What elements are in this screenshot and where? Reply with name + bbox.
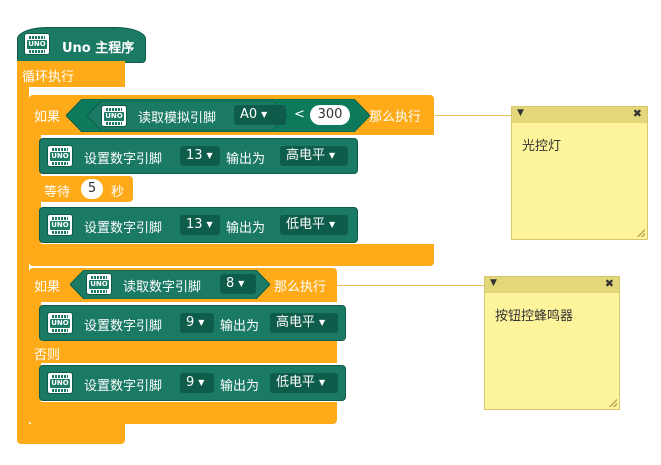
chevron-down-icon: ▼	[329, 151, 336, 160]
else-section: 否则	[29, 341, 337, 363]
less-than-operator[interactable]: <	[294, 107, 305, 122]
wait-seconds-input[interactable]: 5	[81, 179, 103, 199]
comment-note[interactable]: ▼ ✖ 光控灯	[511, 106, 648, 240]
uno-board-icon: UNO	[86, 273, 112, 295]
comment-header[interactable]: ▼ ✖	[485, 277, 619, 293]
digital-write-block[interactable]: UNO 设置数字引脚 13 ▼ 输出为 高电平 ▼	[39, 138, 358, 174]
uno-board-icon: UNO	[47, 372, 73, 394]
if-label: 如果	[34, 110, 61, 125]
output-label: 输出为	[226, 152, 266, 167]
pin-dropdown[interactable]: 9 ▼	[180, 313, 214, 333]
loop-block[interactable]: 循环执行	[17, 61, 125, 87]
threshold-input[interactable]: 300	[310, 105, 350, 125]
uno-board-icon: UNO	[47, 214, 73, 236]
chevron-down-icon: ▼	[206, 151, 213, 160]
collapse-icon[interactable]: ▼	[517, 108, 524, 118]
output-label: 输出为	[220, 319, 260, 334]
if-block-2-bottom	[29, 402, 337, 424]
chevron-down-icon: ▼	[319, 318, 326, 327]
comment-header[interactable]: ▼ ✖	[512, 107, 647, 123]
pin-dropdown[interactable]: 13 ▼	[180, 215, 220, 235]
level-dropdown[interactable]: 低电平 ▼	[280, 215, 348, 235]
uno-board-icon: UNO	[24, 33, 50, 55]
resize-handle-icon[interactable]	[609, 399, 617, 407]
wait-block[interactable]: 等待 5 秒	[39, 176, 133, 202]
pin-dropdown[interactable]: 13 ▼	[180, 146, 220, 166]
loop-block-arm	[17, 87, 29, 424]
then-label: 那么执行	[274, 280, 327, 295]
comment-connector	[337, 285, 485, 286]
comment-text[interactable]: 按钮控蜂鸣器	[495, 305, 573, 324]
hat-label: Uno 主程序	[62, 41, 135, 56]
collapse-icon[interactable]: ▼	[490, 278, 497, 288]
chevron-down-icon: ▼	[206, 220, 213, 229]
output-label: 输出为	[220, 379, 260, 394]
read-pin-dropdown[interactable]: 8 ▼	[220, 274, 256, 294]
digital-write-label: 设置数字引脚	[84, 152, 163, 167]
analog-pin-dropdown[interactable]: A0 ▼	[234, 105, 286, 125]
chevron-down-icon: ▼	[319, 378, 326, 387]
uno-board-icon: UNO	[47, 312, 73, 334]
digital-write-block[interactable]: UNO 设置数字引脚 9 ▼ 输出为 低电平 ▼	[39, 365, 346, 401]
close-icon[interactable]: ✖	[605, 277, 614, 290]
level-dropdown[interactable]: 高电平 ▼	[280, 146, 348, 166]
if-block-1-bottom	[29, 244, 434, 266]
if-label: 如果	[34, 280, 61, 295]
comment-note[interactable]: ▼ ✖ 按钮控蜂鸣器	[484, 276, 620, 410]
main-program-hat-block[interactable]: UNO Uno 主程序	[17, 27, 146, 63]
else-label: 否则	[34, 348, 61, 363]
comment-text[interactable]: 光控灯	[522, 135, 561, 154]
digital-read-label: 读取数字引脚	[123, 280, 202, 295]
loop-block-bottom	[17, 424, 125, 444]
uno-board-icon: UNO	[101, 105, 127, 127]
digital-write-label: 设置数字引脚	[84, 221, 163, 236]
comment-connector	[434, 115, 511, 116]
then-label: 那么执行	[369, 110, 422, 125]
pin-dropdown[interactable]: 9 ▼	[180, 373, 214, 393]
seconds-unit: 秒	[111, 185, 125, 200]
digital-write-label: 设置数字引脚	[84, 319, 163, 334]
uno-board-icon: UNO	[47, 145, 73, 167]
loop-label: 循环执行	[22, 70, 75, 85]
digital-write-block[interactable]: UNO 设置数字引脚 9 ▼ 输出为 高电平 ▼	[39, 305, 346, 341]
chevron-down-icon: ▼	[198, 378, 205, 387]
digital-write-label: 设置数字引脚	[84, 379, 163, 394]
digital-write-block[interactable]: UNO 设置数字引脚 13 ▼ 输出为 低电平 ▼	[39, 207, 358, 243]
analog-read-label: 读取模拟引脚	[138, 111, 217, 126]
chevron-down-icon: ▼	[238, 279, 245, 288]
chevron-down-icon: ▼	[329, 220, 336, 229]
chevron-down-icon: ▼	[261, 110, 268, 119]
level-dropdown[interactable]: 低电平 ▼	[270, 373, 338, 393]
chevron-down-icon: ▼	[198, 318, 205, 327]
level-dropdown[interactable]: 高电平 ▼	[270, 313, 338, 333]
resize-handle-icon[interactable]	[637, 229, 645, 237]
close-icon[interactable]: ✖	[633, 107, 642, 120]
wait-label: 等待	[44, 185, 71, 200]
output-label: 输出为	[226, 221, 266, 236]
